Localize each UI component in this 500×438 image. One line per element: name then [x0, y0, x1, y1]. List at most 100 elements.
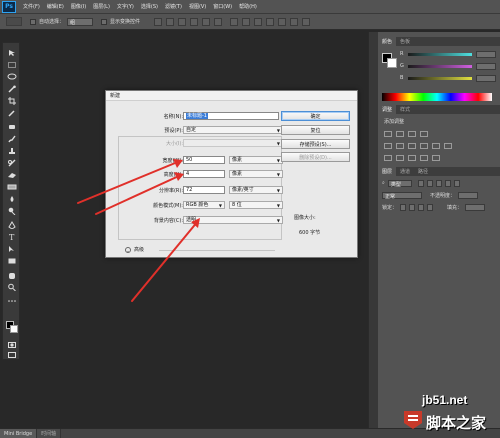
distribute-top-icon[interactable]	[230, 17, 239, 26]
background-color-swatch[interactable]	[10, 325, 18, 333]
filter-smart-object-icon[interactable]	[453, 179, 460, 187]
more-tools-icon[interactable]	[7, 297, 17, 305]
timeline-tab[interactable]: 时间轴	[37, 429, 62, 438]
save-preset-button[interactable]: 存储预设(S)...	[281, 139, 350, 149]
marquee-tool-icon[interactable]	[7, 61, 17, 69]
menu-select[interactable]: 选择(S)	[141, 3, 158, 10]
levels-icon[interactable]	[396, 131, 404, 137]
red-slider[interactable]: R	[400, 51, 498, 59]
crop-tool-icon[interactable]	[7, 97, 17, 105]
align-center-icon[interactable]	[202, 17, 211, 26]
hand-tool-icon[interactable]	[7, 271, 17, 279]
auto-align-icon[interactable]	[302, 17, 311, 26]
lock-transparent-icon[interactable]	[400, 203, 407, 211]
screen-mode-icon[interactable]	[7, 351, 17, 359]
align-right-icon[interactable]	[214, 17, 223, 26]
quick-select-tool-icon[interactable]	[7, 85, 17, 93]
brightness-contrast-icon[interactable]	[384, 131, 392, 137]
tab-color[interactable]: 颜色	[378, 37, 397, 46]
clone-stamp-tool-icon[interactable]	[7, 147, 17, 155]
panel-dock-strip[interactable]	[368, 32, 378, 428]
menu-file[interactable]: 文件(F)	[23, 3, 40, 10]
show-transform-checkbox[interactable]	[101, 18, 108, 25]
menu-layer[interactable]: 图层(L)	[93, 3, 110, 10]
width-input[interactable]: 50	[183, 156, 225, 164]
brush-tool-icon[interactable]	[7, 135, 17, 143]
auto-select-dropdown[interactable]: 组	[67, 17, 94, 26]
tab-channels[interactable]: 通道	[396, 167, 414, 176]
posterize-icon[interactable]	[396, 155, 404, 161]
distribute-right-icon[interactable]	[290, 17, 299, 26]
color-mode-dropdown[interactable]: RGB 颜色 ▼	[183, 201, 225, 209]
menu-filter[interactable]: 滤镜(T)	[165, 3, 182, 10]
distribute-middle-icon[interactable]	[242, 17, 251, 26]
green-slider-track[interactable]	[408, 65, 472, 68]
green-value-field[interactable]	[476, 63, 496, 70]
selective-color-icon[interactable]	[432, 155, 440, 161]
opacity-field[interactable]	[458, 191, 479, 199]
menu-window[interactable]: 窗口(W)	[213, 3, 232, 10]
align-left-icon[interactable]	[190, 17, 199, 26]
menu-image[interactable]: 图像(I)	[71, 3, 86, 10]
black-white-icon[interactable]	[420, 143, 428, 149]
red-value-field[interactable]	[476, 51, 496, 58]
filter-pixel-icon[interactable]	[417, 179, 424, 187]
resolution-unit-dropdown[interactable]: 像素/英寸 ▼	[229, 186, 283, 194]
auto-select-checkbox[interactable]	[30, 18, 36, 25]
resolution-input[interactable]: 72	[183, 186, 225, 194]
color-balance-icon[interactable]	[408, 143, 416, 149]
red-slider-track[interactable]	[408, 53, 472, 56]
align-middle-icon[interactable]	[166, 17, 175, 26]
tab-styles[interactable]: 样式	[396, 105, 414, 114]
filter-shape-icon[interactable]	[444, 179, 451, 187]
blue-slider-track[interactable]	[408, 77, 472, 80]
filter-adjustment-icon[interactable]	[426, 179, 433, 187]
blur-tool-icon[interactable]	[7, 195, 17, 203]
lasso-tool-icon[interactable]	[7, 73, 17, 81]
tab-swatches[interactable]: 色板	[396, 37, 414, 46]
hue-saturation-icon[interactable]	[396, 143, 404, 149]
history-brush-tool-icon[interactable]	[7, 159, 17, 167]
lock-pixels-icon[interactable]	[409, 203, 416, 211]
quick-mask-icon[interactable]	[7, 341, 17, 349]
width-unit-dropdown[interactable]: 像素 ▼	[229, 156, 283, 164]
tab-adjustments[interactable]: 调整	[378, 105, 397, 114]
align-bottom-icon[interactable]	[178, 17, 187, 26]
distribute-left-icon[interactable]	[266, 17, 275, 26]
path-select-tool-icon[interactable]	[7, 245, 17, 253]
shape-tool-icon[interactable]	[7, 257, 17, 265]
green-slider[interactable]: G	[400, 63, 498, 71]
menu-view[interactable]: 视图(V)	[189, 3, 206, 10]
advanced-toggle[interactable]: ⌄ 高级	[125, 246, 144, 253]
zoom-tool-icon[interactable]	[7, 283, 17, 291]
photo-filter-icon[interactable]	[432, 143, 440, 149]
menu-edit[interactable]: 编辑(E)	[47, 3, 64, 10]
menu-help[interactable]: 帮助(H)	[239, 3, 257, 10]
tab-layers[interactable]: 图层	[378, 167, 397, 176]
menu-type[interactable]: 文字(Y)	[117, 3, 134, 10]
move-tool-preset-icon[interactable]	[6, 17, 22, 26]
healing-brush-tool-icon[interactable]	[7, 123, 17, 131]
eraser-tool-icon[interactable]	[7, 171, 17, 179]
gradient-map-icon[interactable]	[420, 155, 428, 161]
background-dropdown[interactable]: 透明 ▼	[183, 216, 283, 224]
blue-slider[interactable]: B	[400, 75, 498, 83]
tab-paths[interactable]: 路径	[414, 167, 432, 176]
lock-all-icon[interactable]	[427, 203, 434, 211]
eyedropper-tool-icon[interactable]	[7, 109, 17, 117]
blend-mode-dropdown[interactable]: 正常	[382, 191, 422, 200]
distribute-bottom-icon[interactable]	[254, 17, 263, 26]
height-unit-dropdown[interactable]: 像素 ▼	[229, 170, 283, 178]
align-top-icon[interactable]	[154, 17, 163, 26]
fill-field[interactable]	[465, 203, 486, 211]
name-input[interactable]: 未标题-1	[183, 112, 279, 120]
distribute-center-icon[interactable]	[278, 17, 287, 26]
bit-depth-dropdown[interactable]: 8 位 ▼	[229, 201, 283, 209]
exposure-icon[interactable]	[420, 131, 428, 137]
lock-position-icon[interactable]	[418, 203, 425, 211]
blue-value-field[interactable]	[476, 75, 496, 82]
dodge-tool-icon[interactable]	[7, 207, 17, 215]
threshold-icon[interactable]	[408, 155, 416, 161]
dialog-titlebar[interactable]: 新建	[106, 91, 357, 101]
preset-dropdown[interactable]: 自定 ▼	[183, 126, 283, 134]
